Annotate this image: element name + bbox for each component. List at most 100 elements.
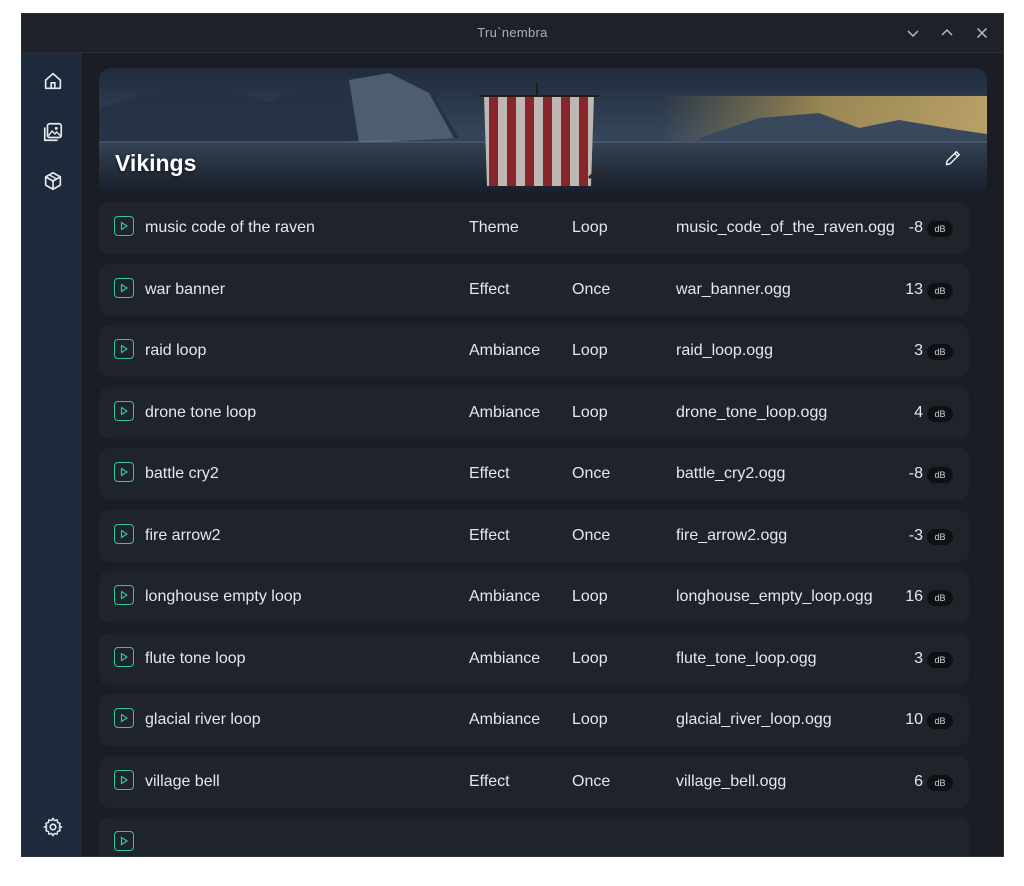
sound-type: Effect [469,280,510,298]
viking-ship-banner-image [99,68,987,194]
sound-name: longhouse empty loop [145,588,302,605]
sound-type: Ambiance [469,711,541,728]
play-icon [120,221,128,231]
sound-mode: Once [572,465,611,482]
sound-volume[interactable]: 16 [905,571,923,623]
sound-volume[interactable]: -8 [909,202,923,254]
sound-file: village_bell.ogg [676,772,787,790]
sidebar-item-gallery[interactable] [40,119,66,145]
minimize-button[interactable] [903,23,923,43]
play-icon [120,590,128,600]
sound-file: longhouse_empty_loop.ogg [676,588,873,605]
title-bar[interactable]: Tru`nembra [22,14,1003,53]
sound-row[interactable]: flute tone loop Ambiance Loop flute_tone_lo… [99,632,969,685]
sound-type: Theme [469,219,519,236]
sound-type: Effect [469,526,510,544]
sound-mode: Loop [572,711,608,728]
sidebar-item-packages[interactable] [40,168,66,194]
sound-volume[interactable]: 6 [914,756,923,808]
sound-name: fire arrow2 [145,526,221,544]
play-button[interactable] [114,339,134,359]
play-icon [120,713,128,723]
close-icon [976,27,988,39]
sound-row[interactable]: glacial river loop Ambiance Loop glacial_ri… [99,694,969,746]
sound-row[interactable]: drone tone loop Ambiance Loop drone_tone_lo… [99,386,969,439]
play-button[interactable] [114,400,134,421]
sound-mode: Loop [572,219,608,236]
window-title: Tru`nembra [477,25,548,40]
sound-row[interactable]: music code of the raven Theme Loop music_co… [99,202,969,254]
unit-badge: dB [927,590,953,606]
sound-type: Ambiance [469,342,541,359]
sound-mode: Once [572,280,611,298]
maximize-button[interactable] [937,23,957,43]
sound-row[interactable]: village bell Effect Once village_bell.ogg 6 d… [99,755,969,808]
sound-name: flute tone loop [145,649,246,667]
close-button[interactable] [972,23,992,43]
sound-row[interactable]: battle cry2 Effect Once battle_cry2.ogg -8 dB [99,448,969,500]
sound-name: battle cry2 [145,465,219,482]
sound-name: village bell [145,772,220,790]
unit-badge: dB [927,405,953,422]
sound-volume[interactable]: 13 [905,264,923,316]
sound-volume[interactable]: -8 [909,448,923,500]
unit-badge: dB [927,774,953,791]
play-button[interactable] [114,462,134,482]
sound-file: flute_tone_loop.ogg [676,649,817,667]
package-icon [44,171,62,191]
edit-category-button[interactable] [941,146,965,170]
sound-name: music code of the raven [145,219,315,236]
sound-row[interactable]: longhouse empty loop Ambiance Loop longhous… [99,571,969,623]
sound-type: Ambiance [469,403,541,421]
sound-mode: Once [572,772,611,790]
sound-row[interactable]: raid loop Ambiance Loop raid_loop.ogg 3 dB [99,325,969,377]
sound-row[interactable] [99,817,969,856]
category-banner: Vikings [99,68,987,194]
unit-badge: dB [927,528,953,545]
unit-badge: dB [927,344,953,360]
sound-type: Ambiance [469,649,541,667]
play-button[interactable] [114,646,134,667]
play-icon [120,467,128,477]
sound-volume[interactable]: -3 [909,510,923,562]
sound-file: drone_tone_loop.ogg [676,403,828,421]
sound-volume[interactable]: 4 [914,387,923,439]
sound-mode: Loop [572,403,608,421]
sidebar [22,53,82,856]
sound-volume[interactable]: 3 [914,325,923,377]
play-button[interactable] [114,769,134,790]
play-button[interactable] [114,831,134,851]
play-button[interactable] [114,277,134,298]
play-icon [120,529,128,538]
sound-row[interactable]: fire arrow2 Effect Once fire_arrow2.ogg -3 dB [99,509,969,562]
pencil-icon [945,151,960,166]
unit-badge: dB [927,221,953,237]
sound-volume[interactable]: 10 [905,694,923,746]
settings-button[interactable] [40,814,66,840]
play-icon [120,775,128,784]
sound-volume[interactable]: 3 [914,633,923,685]
sound-file: raid_loop.ogg [676,342,773,359]
play-button[interactable] [114,585,134,605]
play-button[interactable] [114,523,134,544]
play-button[interactable] [114,708,134,728]
sound-row[interactable]: war banner Effect Once war_banner.ogg 13 dB [99,263,969,316]
sound-mode: Loop [572,588,608,605]
sound-type: Ambiance [469,588,541,605]
sidebar-item-home[interactable] [40,68,66,94]
gear-icon [43,817,63,837]
play-icon [120,344,128,354]
play-icon [120,283,128,292]
unit-badge: dB [927,713,953,729]
sound-mode: Once [572,526,611,544]
sound-type: Effect [469,465,510,482]
category-title: Vikings [115,150,197,176]
sound-name: glacial river loop [145,711,261,728]
play-icon [120,836,129,846]
chevron-up-icon [941,28,953,36]
play-button[interactable] [114,216,134,236]
play-icon [120,406,128,415]
chevron-down-icon [907,30,919,38]
sound-file: battle_cry2.ogg [676,465,786,482]
sound-name: drone tone loop [145,403,257,421]
